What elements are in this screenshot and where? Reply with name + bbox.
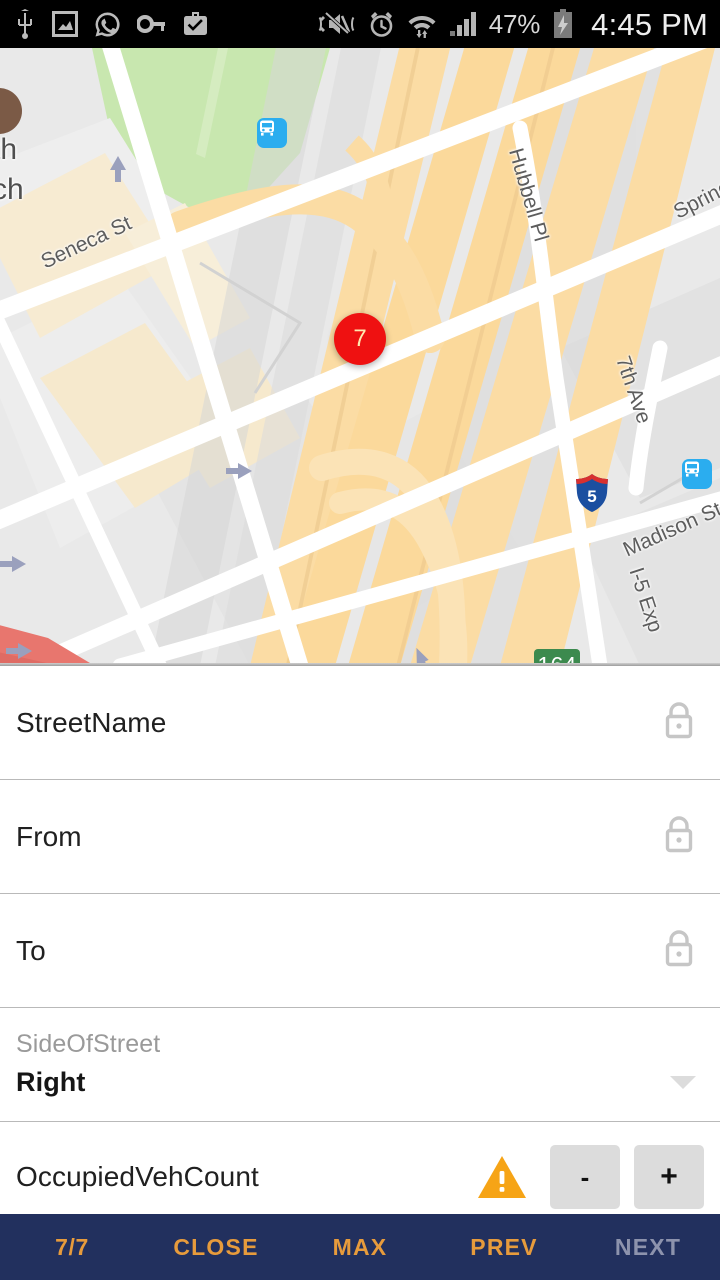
field-row-from[interactable]: From xyxy=(0,780,720,894)
alarm-icon xyxy=(370,11,392,37)
screenshot-icon xyxy=(52,11,78,37)
close-button[interactable]: CLOSE xyxy=(144,1234,288,1261)
status-bar: 47% 4:45 PM xyxy=(0,0,720,48)
attribute-form: StreetName From To SideOfStreet Right Oc… xyxy=(0,666,720,1214)
field-label-to: To xyxy=(16,934,46,966)
clock-label: 4:45 PM xyxy=(591,6,708,42)
prev-button[interactable]: PREV xyxy=(432,1234,576,1261)
wifi-icon xyxy=(408,15,436,38)
decrement-button[interactable]: - xyxy=(550,1145,620,1209)
lock-icon xyxy=(662,814,696,859)
spinner-value-row: Right xyxy=(16,1067,704,1098)
field-row-streetname[interactable]: StreetName xyxy=(0,666,720,780)
interstate-5-shield: 5 xyxy=(574,473,610,513)
warning-triangle-icon xyxy=(478,1156,526,1198)
stepper-control-group: - + xyxy=(476,1145,704,1209)
lock-icon xyxy=(662,928,696,973)
chevron-down-icon[interactable] xyxy=(670,1075,696,1089)
field-label-streetname: StreetName xyxy=(16,706,167,738)
field-value-sideofstreet: Right xyxy=(16,1066,86,1097)
status-bar-right-icons: 47% 4:45 PM xyxy=(318,9,720,40)
battery-percent-label: 47% xyxy=(488,9,541,39)
svg-text:5: 5 xyxy=(587,487,596,506)
app-screen: 47% 4:45 PM Seneca St Hubbell Pl Spring … xyxy=(0,0,720,1280)
page-counter: 7/7 xyxy=(55,1233,89,1260)
usb-icon xyxy=(18,9,32,39)
bus-glyph xyxy=(685,461,699,477)
bus-stop-icon-east[interactable] xyxy=(682,459,712,489)
vpn-key-icon xyxy=(137,15,165,33)
incident-marker[interactable]: 7 xyxy=(334,313,386,365)
bus-stop-icon-north[interactable] xyxy=(257,118,287,148)
battery-charging-icon xyxy=(554,9,573,38)
work-profile-icon xyxy=(184,12,207,35)
interstate-shield-glyph: 5 xyxy=(576,474,608,512)
next-button[interactable]: NEXT xyxy=(576,1234,720,1261)
map-view[interactable]: Seneca St Hubbell Pl Spring 7th Ave Madi… xyxy=(0,48,720,666)
field-label-occupiedvehcount: OccupiedVehCount xyxy=(16,1161,259,1192)
increment-button[interactable]: + xyxy=(634,1145,704,1209)
status-bar-left-icons xyxy=(0,9,208,39)
cell-signal-icon xyxy=(449,12,476,36)
field-row-sideofstreet[interactable]: SideOfStreet Right xyxy=(0,1008,720,1122)
lock-icon xyxy=(662,700,696,745)
field-label-sideofstreet: SideOfStreet xyxy=(16,1029,161,1058)
bottom-action-bar: 7/7 CLOSE MAX PREV NEXT xyxy=(0,1214,720,1280)
field-row-to[interactable]: To xyxy=(0,894,720,1008)
vibrate-mute-icon xyxy=(318,12,355,36)
whatsapp-icon xyxy=(95,11,120,36)
field-label-from: From xyxy=(16,820,82,852)
bus-glyph xyxy=(260,120,274,136)
max-button[interactable]: MAX xyxy=(288,1234,432,1261)
